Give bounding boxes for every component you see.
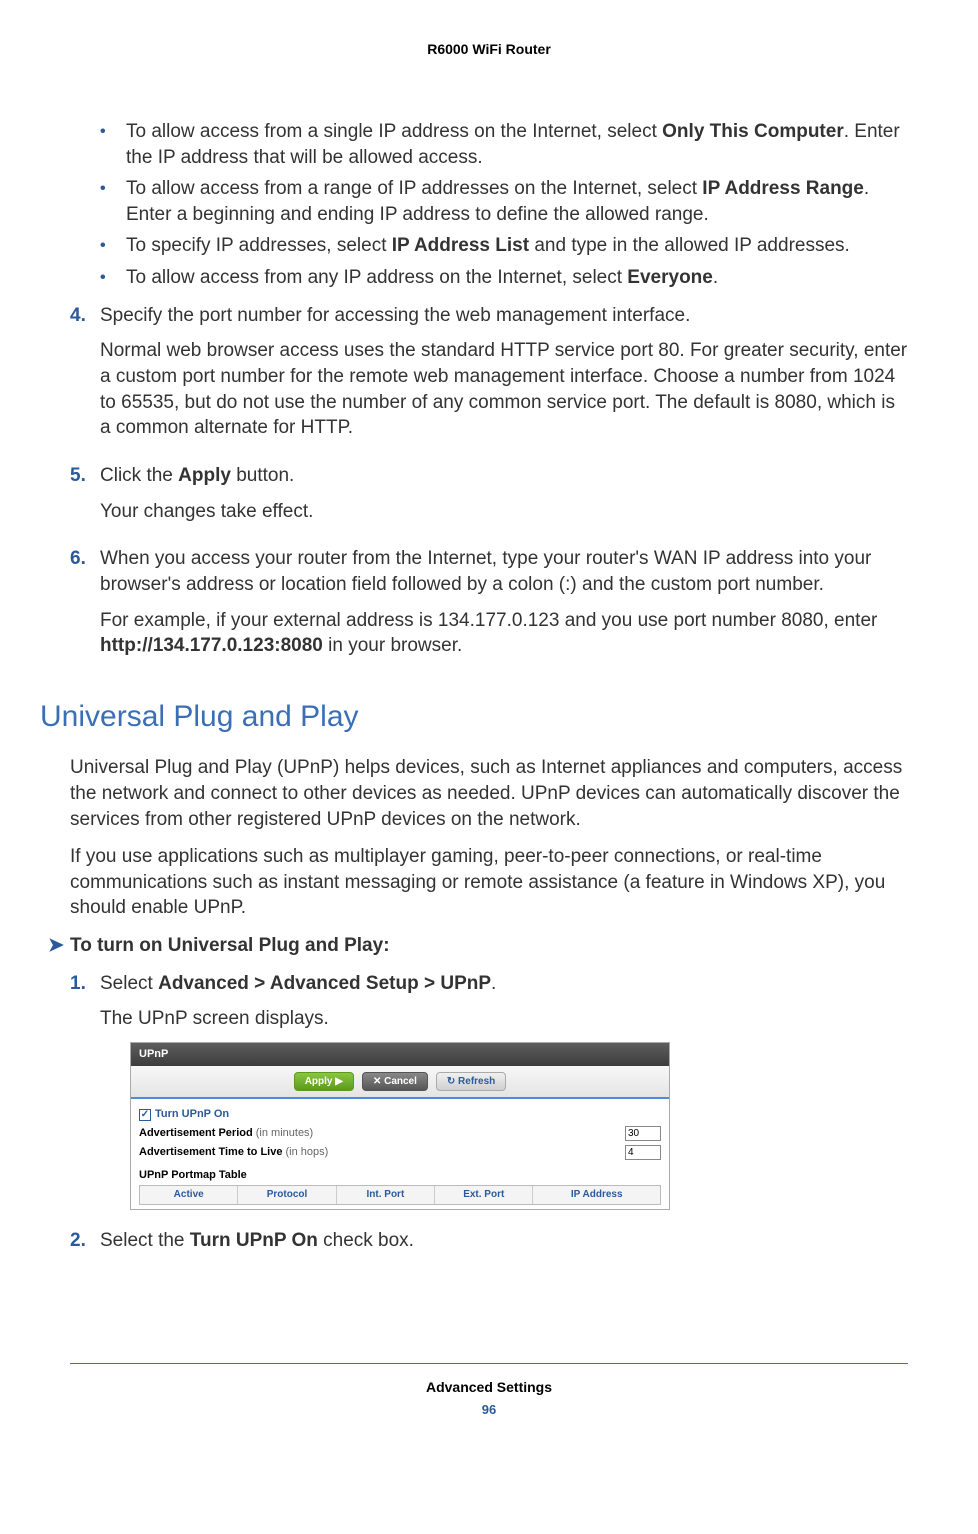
text: Advertisement Time to Live xyxy=(139,1146,282,1158)
bullet-icon: • xyxy=(100,265,126,291)
text: (in hops) xyxy=(282,1146,328,1158)
text: Specify the port number for accessing th… xyxy=(100,303,908,329)
cancel-button[interactable]: ✕ Cancel xyxy=(362,1072,428,1092)
checkbox-icon: ✓ xyxy=(139,1109,151,1121)
step-body: Select the Turn UPnP On check box. xyxy=(100,1228,908,1264)
step-number: 1. xyxy=(70,971,100,1216)
text: Click the Apply button. xyxy=(100,463,908,489)
bold-text: Turn UPnP On xyxy=(190,1230,318,1251)
text: Select the xyxy=(100,1230,190,1251)
text: in your browser. xyxy=(323,635,462,656)
apply-button[interactable]: Apply ▶ xyxy=(294,1072,354,1092)
text: For example, if your external address is… xyxy=(100,608,908,659)
bold-text: http://134.177.0.123:8080 xyxy=(100,635,323,656)
step-6: 6. When you access your router from the … xyxy=(70,546,908,669)
text: . xyxy=(491,973,496,994)
step-5: 5. Click the Apply button. Your changes … xyxy=(70,463,908,534)
step-number: 5. xyxy=(70,463,100,534)
procedure-header: ➤ To turn on Universal Plug and Play: xyxy=(48,933,908,959)
adv-ttl-input[interactable] xyxy=(625,1145,661,1160)
col-protocol: Protocol xyxy=(238,1186,336,1204)
bullet-item: • To allow access from any IP address on… xyxy=(100,265,908,291)
text: To specify IP addresses, select xyxy=(126,235,392,256)
paragraph: Universal Plug and Play (UPnP) helps dev… xyxy=(70,755,908,832)
panel-title: UPnP xyxy=(131,1043,669,1066)
text: For example, if your external address is… xyxy=(100,610,877,631)
bullet-text: To allow access from a range of IP addre… xyxy=(126,176,908,227)
footer-chapter: Advanced Settings xyxy=(70,1378,908,1397)
text: (in minutes) xyxy=(253,1127,314,1139)
step-number: 2. xyxy=(70,1228,100,1264)
col-ip-address: IP Address xyxy=(533,1186,660,1204)
bullet-icon: • xyxy=(100,233,126,259)
bullet-text: To allow access from any IP address on t… xyxy=(126,265,908,291)
step-number: 4. xyxy=(70,303,100,451)
portmap-table-label: UPnP Portmap Table xyxy=(139,1168,661,1183)
text: Normal web browser access uses the stand… xyxy=(100,338,908,441)
paragraph: If you use applications such as multipla… xyxy=(70,844,908,921)
text: Select the Turn UPnP On check box. xyxy=(100,1228,908,1254)
text: Your changes take effect. xyxy=(100,499,908,525)
procedure-title: To turn on Universal Plug and Play: xyxy=(70,933,390,959)
bold-text: IP Address List xyxy=(392,235,529,256)
adv-period-label: Advertisement Period (in minutes) xyxy=(139,1126,313,1141)
text: Advertisement Period xyxy=(139,1127,253,1139)
bullet-item: • To specify IP addresses, select IP Add… xyxy=(100,233,908,259)
step-4: 4. Specify the port number for accessing… xyxy=(70,303,908,451)
col-ext-port: Ext. Port xyxy=(435,1186,533,1204)
arrow-icon: ➤ xyxy=(48,933,70,959)
text: To allow access from a range of IP addre… xyxy=(126,178,702,199)
bullet-text: To allow access from a single IP address… xyxy=(126,119,908,170)
text: To allow access from any IP address on t… xyxy=(126,267,627,288)
page-footer: Advanced Settings 96 xyxy=(70,1363,908,1418)
refresh-button[interactable]: ↻ Refresh xyxy=(436,1072,506,1092)
col-int-port: Int. Port xyxy=(337,1186,435,1204)
bold-text: Advanced > Advanced Setup > UPnP xyxy=(158,973,491,994)
bold-text: IP Address Range xyxy=(702,178,864,199)
proc-step-2: 2. Select the Turn UPnP On check box. xyxy=(70,1228,908,1264)
section-heading-upnp: Universal Plug and Play xyxy=(40,697,908,738)
bold-text: Apply xyxy=(178,465,231,486)
footer-page-number: 96 xyxy=(70,1401,908,1419)
step-body: Specify the port number for accessing th… xyxy=(100,303,908,451)
turn-upnp-on-checkbox[interactable]: ✓ Turn UPnP On xyxy=(139,1107,229,1122)
text: To allow access from a single IP address… xyxy=(126,121,662,142)
text: The UPnP screen displays. xyxy=(100,1006,908,1032)
panel-body: ✓ Turn UPnP On Advertisement Period (in … xyxy=(131,1099,669,1208)
text: button. xyxy=(231,465,294,486)
upnp-screenshot: UPnP Apply ▶ ✕ Cancel ↻ Refresh ✓ Turn U… xyxy=(130,1042,670,1210)
bullet-icon: • xyxy=(100,176,126,227)
bold-text: Everyone xyxy=(627,267,713,288)
step-body: Click the Apply button. Your changes tak… xyxy=(100,463,908,534)
text: Click the xyxy=(100,465,178,486)
bold-text: Only This Computer xyxy=(662,121,844,142)
text: When you access your router from the Int… xyxy=(100,546,908,597)
text: Select Advanced > Advanced Setup > UPnP. xyxy=(100,971,908,997)
toolbar: Apply ▶ ✕ Cancel ↻ Refresh xyxy=(131,1066,669,1100)
step-body: When you access your router from the Int… xyxy=(100,546,908,669)
text: check box. xyxy=(318,1230,414,1251)
step-body: Select Advanced > Advanced Setup > UPnP.… xyxy=(100,971,908,1216)
bullet-icon: • xyxy=(100,119,126,170)
text: and type in the allowed IP addresses. xyxy=(529,235,850,256)
doc-header: R6000 WiFi Router xyxy=(70,40,908,59)
text: Select xyxy=(100,973,158,994)
bullet-item: • To allow access from a single IP addre… xyxy=(100,119,908,170)
proc-step-1: 1. Select Advanced > Advanced Setup > UP… xyxy=(70,971,908,1216)
adv-period-input[interactable] xyxy=(625,1126,661,1141)
text: . xyxy=(713,267,718,288)
col-active: Active xyxy=(140,1186,238,1204)
bullet-text: To specify IP addresses, select IP Addre… xyxy=(126,233,908,259)
adv-ttl-label: Advertisement Time to Live (in hops) xyxy=(139,1145,328,1160)
portmap-table-header: Active Protocol Int. Port Ext. Port IP A… xyxy=(139,1185,661,1205)
step-number: 6. xyxy=(70,546,100,669)
bullet-item: • To allow access from a range of IP add… xyxy=(100,176,908,227)
checkbox-label: Turn UPnP On xyxy=(155,1107,229,1122)
